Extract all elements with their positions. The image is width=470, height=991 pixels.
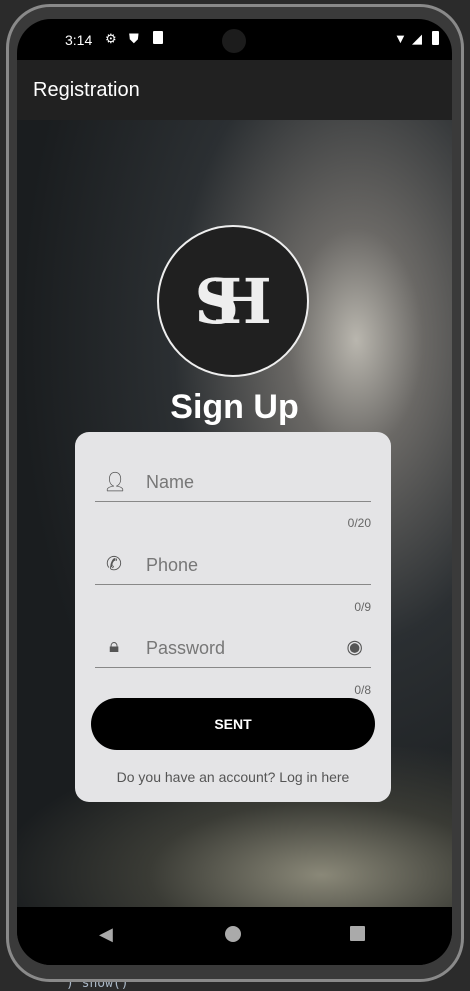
password-counter: 0/8: [354, 683, 371, 697]
page-title: Sign Up: [170, 388, 299, 426]
status-bar: 3:14 ⚙ ⛊ ▼ ◢: [17, 19, 452, 60]
shield-icon: ⛊: [129, 31, 139, 46]
phone-field[interactable]: ✆ Phone: [95, 547, 371, 585]
app-bar-title: Registration: [17, 60, 452, 120]
person-icon: 👤︎: [103, 472, 128, 493]
wifi-icon: ▼: [394, 31, 407, 46]
lock-icon: 🔒︎: [108, 636, 120, 657]
logo-image: SH: [157, 225, 309, 377]
name-placeholder: Name: [146, 472, 195, 492]
back-icon[interactable]: ◀: [99, 924, 113, 945]
navigation-bar: ◀: [17, 907, 452, 965]
battery-icon: [432, 31, 439, 45]
recents-icon[interactable]: [350, 926, 365, 941]
phone-counter: 0/9: [354, 600, 371, 614]
login-link[interactable]: Do you have an account? Log in here: [75, 769, 391, 785]
sd-card-icon: [153, 31, 163, 44]
sent-button[interactable]: SENT: [91, 698, 375, 750]
phone-screen: 3:14 ⚙ ⛊ ▼ ◢ Registration SH Sign Up 👤︎ …: [17, 19, 452, 965]
status-time: 3:14: [65, 32, 93, 48]
gear-icon: ⚙: [105, 31, 117, 46]
eye-icon[interactable]: ◉: [346, 636, 363, 659]
signal-icon: ◢: [412, 31, 422, 46]
password-field[interactable]: 🔒︎ Password ◉: [95, 630, 371, 668]
content-area: SH Sign Up 👤︎ Name 0/20 ✆ Phone 0/9 🔒︎ P…: [17, 120, 452, 907]
camera-cutout: [222, 29, 246, 53]
name-counter: 0/20: [347, 516, 371, 530]
name-field[interactable]: 👤︎ Name: [95, 464, 371, 502]
phone-placeholder: Phone: [146, 555, 199, 575]
signup-card: 👤︎ Name 0/20 ✆ Phone 0/9 🔒︎ Password ◉ 0…: [75, 432, 391, 802]
home-icon[interactable]: [225, 926, 241, 942]
phone-icon: ✆: [106, 554, 122, 575]
password-placeholder: Password: [146, 638, 226, 658]
